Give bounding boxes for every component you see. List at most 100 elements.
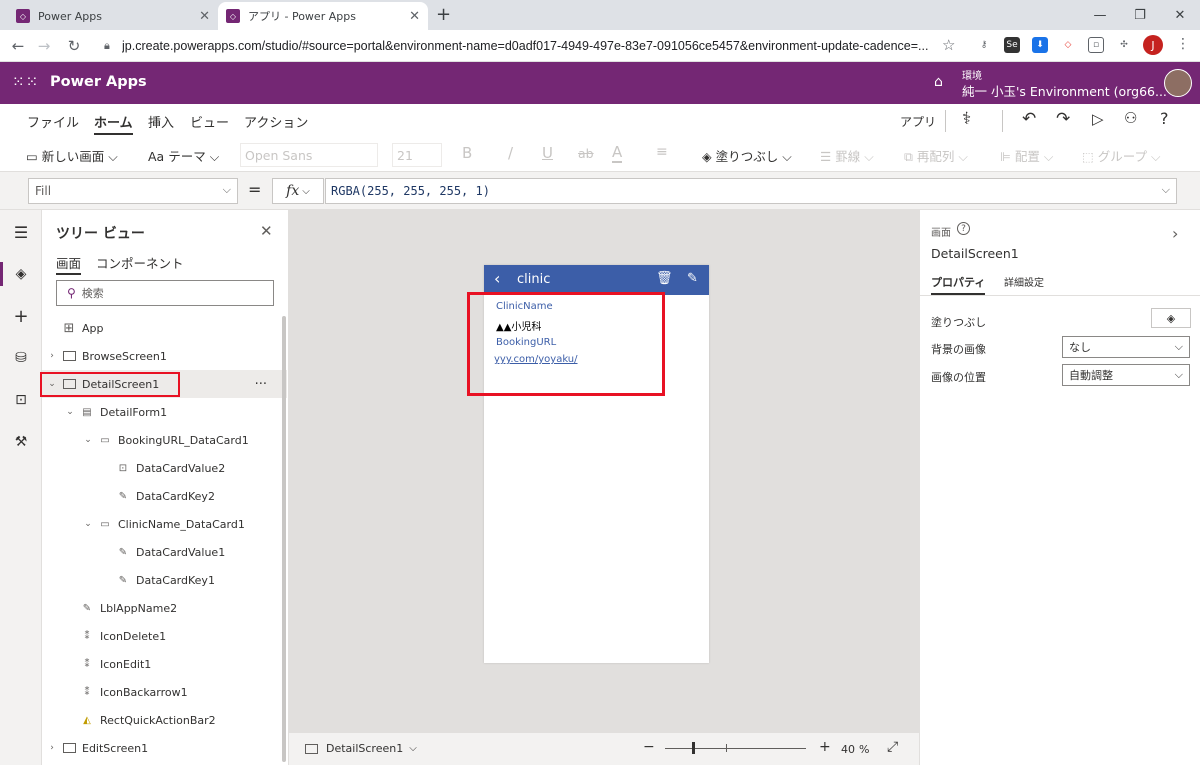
tree-item-datacardkey2[interactable]: ✎ DataCardKey2 [42,482,282,510]
tab-properties[interactable]: プロパティ [931,274,986,295]
chevron-right-icon[interactable]: › [46,743,58,753]
expand-formula-icon[interactable]: ⌵ [1162,183,1170,197]
new-screen-button[interactable]: ▭ 新しい画面 ⌵ [26,146,118,165]
tree-item-rectquickactionbar[interactable]: ◭ RectQuickActionBar2 [42,706,282,734]
bookmark-star-icon[interactable]: ☆ [942,36,955,54]
tree-item-icondelete[interactable]: ⁑ IconDelete1 [42,622,282,650]
tools-icon[interactable]: ⚒ [9,430,33,454]
zoom-slider-thumb[interactable] [692,742,695,754]
screen-selector[interactable]: DetailScreen1 ⌵ [305,742,417,755]
formula-input[interactable]: RGBA(255, 255, 255, 1) ⌵ [325,178,1177,204]
tab-file[interactable]: ファイル [27,112,79,131]
theme-button[interactable]: Aa テーマ ⌵ [148,146,219,165]
help-circle-icon[interactable]: ? [957,222,970,235]
help-icon[interactable]: ? [1160,109,1169,128]
hamburger-icon[interactable]: ☰ [9,220,33,244]
chevron-down-icon[interactable]: ⌄ [82,519,94,529]
share-user-icon[interactable]: ⚇ [1124,109,1137,127]
zoom-out-icon[interactable]: − [643,739,655,755]
tab-action[interactable]: アクション [244,112,308,131]
stethoscope-icon[interactable]: ⚕ [962,109,971,129]
zoom-slider[interactable] [665,748,806,749]
bold-button[interactable]: B [462,144,472,162]
image-position-dropdown[interactable]: 自動調整 ⌵ [1062,364,1190,386]
new-tab-icon[interactable]: + [436,4,451,25]
chevron-down-icon[interactable]: ⌄ [64,407,76,417]
tree-item-detailform[interactable]: ⌄ ▤ DetailForm1 [42,398,282,426]
tab-view[interactable]: ビュー [190,112,229,131]
restore-icon[interactable]: ❐ [1122,0,1158,30]
database-icon[interactable]: ⛁ [9,346,33,370]
tree-item-datacardvalue1[interactable]: ✎ DataCardValue1 [42,538,282,566]
play-icon[interactable]: ▷ [1092,110,1104,128]
reorder-button[interactable]: ⧉ 再配列 ⌵ [904,146,968,165]
close-panel-icon[interactable]: ✕ [260,222,273,240]
bg-image-dropdown[interactable]: なし ⌵ [1062,336,1190,358]
tree-item-browsescreen[interactable]: › BrowseScreen1 [42,342,282,370]
chevron-down-icon[interactable]: ⌄ [82,435,94,445]
tree-item-iconedit[interactable]: ⁑ IconEdit1 [42,650,282,678]
user-avatar[interactable] [1164,69,1192,97]
text-align-icon[interactable]: ≡ [656,144,668,160]
font-size-select[interactable]: 21 [392,143,442,167]
tree-item-editscreen[interactable]: › EditScreen1 [42,734,282,762]
browser-tab-app[interactable]: ◇ アプリ - Power Apps ✕ [218,2,428,30]
redo-icon[interactable]: ↷ [1056,109,1070,129]
app-launcher-icon[interactable]: ⁙⁙ [12,73,39,91]
tab-components[interactable]: コンポーネント [96,253,184,272]
fill-button[interactable]: ◈ 塗りつぶし ⌵ [702,146,792,165]
window-close-icon[interactable]: ✕ [1162,0,1198,30]
strikethrough-button[interactable]: ab [578,146,594,161]
url-field[interactable]: jp.create.powerapps.com/studio/#source=p… [122,35,934,57]
fit-to-window-icon[interactable]: ⤢ [887,739,898,755]
tree-item-clinicname-card[interactable]: ⌄ ▭ ClinicName_DataCard1 [42,510,282,538]
font-select[interactable]: Open Sans [240,143,378,167]
forward-icon[interactable]: → [32,30,56,62]
close-tab-icon[interactable]: ✕ [409,9,420,24]
extension-chat-icon[interactable]: ▫ [1088,37,1104,53]
undo-icon[interactable]: ↶ [1022,109,1036,129]
chevron-right-icon[interactable]: › [46,351,58,361]
environment-name[interactable]: 純一 小玉's Environment (org66... [962,81,1167,100]
property-dropdown[interactable]: Fill ⌵ [28,178,238,204]
fx-button[interactable]: fx ⌵ [272,178,324,204]
extension-download-icon[interactable]: ⬇ [1032,37,1048,53]
underline-button[interactable]: U [542,144,553,162]
tree-scrollbar[interactable] [282,316,286,762]
back-arrow-icon[interactable]: ‹ [494,269,500,288]
chevron-right-icon[interactable]: › [1172,224,1178,243]
insert-plus-icon[interactable]: + [9,304,33,328]
align-button[interactable]: ⊫ 配置 ⌵ [1000,146,1053,165]
close-tab-icon[interactable]: ✕ [199,9,210,24]
tab-home[interactable]: ホーム [94,112,133,135]
tree-item-lblappname[interactable]: ✎ LblAppName2 [42,594,282,622]
italic-button[interactable]: / [508,144,513,162]
browser-tab-power-apps[interactable]: ◇ Power Apps ✕ [8,2,218,30]
group-button[interactable]: ⬚ グループ ⌵ [1082,146,1161,165]
reload-icon[interactable]: ↻ [62,30,86,62]
profile-avatar[interactable]: J [1143,35,1163,55]
extensions-puzzle-icon[interactable]: ✣ [1116,37,1132,53]
brand-title[interactable]: Power Apps [50,74,147,90]
tab-advanced[interactable]: 詳細設定 [1004,274,1044,289]
tab-insert[interactable]: 挿入 [148,112,174,131]
extension-arrow-icon[interactable]: ◇ [1060,37,1076,53]
zoom-in-icon[interactable]: + [819,739,831,755]
browser-menu-icon[interactable]: ⋮ [1176,36,1190,52]
tree-item-app[interactable]: ⊞ App [42,314,282,342]
more-options-icon[interactable]: ··· [255,377,267,392]
border-button[interactable]: ☰ 罫線 ⌵ [820,146,874,165]
tree-item-datacardkey1[interactable]: ✎ DataCardKey1 [42,566,282,594]
fill-color-picker[interactable]: ◈ [1151,308,1191,328]
layers-icon[interactable]: ◈ [9,262,33,286]
app-checker-label[interactable]: アプリ [900,113,936,130]
pencil-icon[interactable]: ✎ [687,271,698,286]
tree-item-datacardvalue2[interactable]: ⊡ DataCardValue2 [42,454,282,482]
extension-selenium-icon[interactable]: Se [1004,37,1020,53]
media-icon[interactable]: ⊡ [9,388,33,412]
tree-item-iconbackarrow[interactable]: ⁑ IconBackarrow1 [42,678,282,706]
minimize-icon[interactable]: — [1082,0,1118,30]
extension-key-icon[interactable]: ⚷ [976,37,992,53]
back-icon[interactable]: ← [6,30,30,62]
tree-item-bookingurl-card[interactable]: ⌄ ▭ BookingURL_DataCard1 [42,426,282,454]
